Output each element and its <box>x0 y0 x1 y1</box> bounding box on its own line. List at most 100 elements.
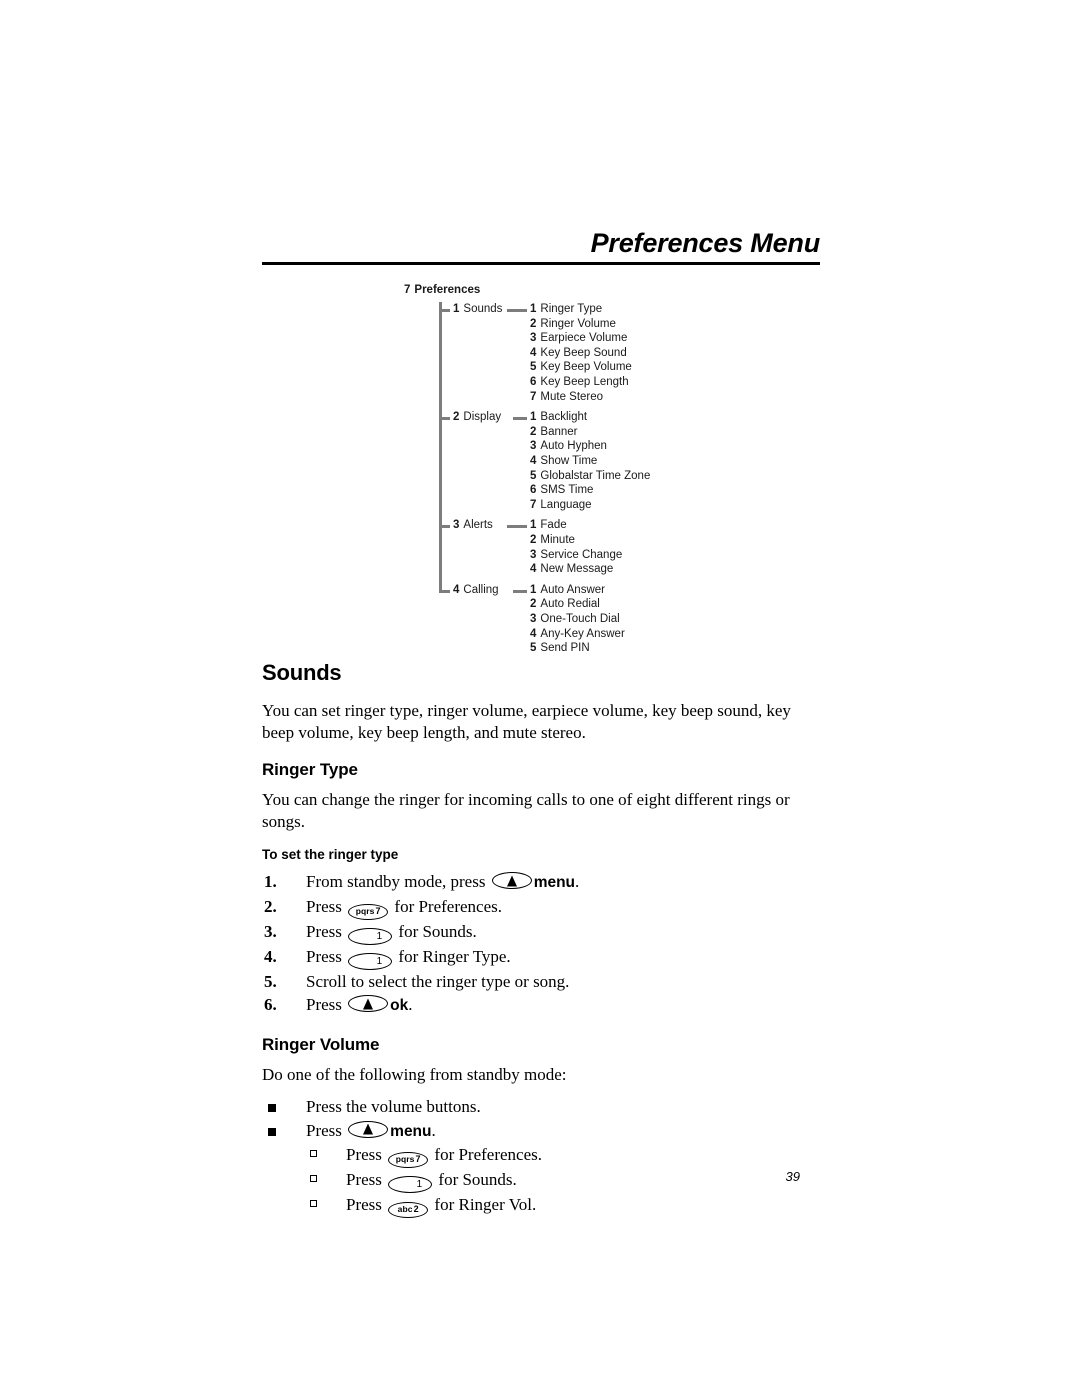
phone-key-number: 7 <box>415 1154 421 1164</box>
phone-key-up-triangle-icon <box>348 995 389 1012</box>
tree-branch-stub <box>439 417 450 421</box>
sub-bullet-item: Press abc2 for Ringer Vol. <box>306 1193 822 1218</box>
tree-child-item: 4 Show Time <box>530 454 650 469</box>
tree-child-label: Earpiece Volume <box>540 332 628 345</box>
procedure-step: 4. Press 1 for Ringer Type. <box>262 945 822 970</box>
tree-child-item: 2 Minute <box>530 533 622 548</box>
procedure-step: 3. Press 1 for Sounds. <box>262 920 822 945</box>
tree-child-item: 7 Mute Stereo <box>530 390 632 405</box>
tree-child-number: 1 <box>530 519 537 532</box>
phone-key-letters: abc <box>397 1204 413 1214</box>
procedure-step: 2. Press pqrs7 for Preferences. <box>262 895 822 920</box>
tree-child-label: Auto Answer <box>540 583 605 596</box>
sounds-intro-paragraph: You can set ringer type, ringer volume, … <box>262 701 791 742</box>
step-text: Press <box>306 995 347 1014</box>
tree-trunk-line <box>439 302 442 592</box>
step-text: Scroll to select the ringer type or song… <box>306 971 570 991</box>
tree-child-item: 3 Service Change <box>530 548 622 563</box>
tree-branch-stub <box>439 525 450 529</box>
phone-key-number: 2 <box>413 1204 419 1214</box>
tree-child-number: 3 <box>530 440 537 453</box>
phone-key-up-triangle-icon <box>491 872 532 889</box>
tree-child-item: 1 Ringer Type <box>530 302 632 317</box>
tree-child-connector <box>513 589 527 593</box>
tree-child-label: Language <box>540 498 592 511</box>
step-number: 3. <box>264 921 277 941</box>
step-number: 1. <box>264 872 277 891</box>
tree-child-number: 1 <box>530 411 537 424</box>
tree-child-number: 1 <box>530 583 537 596</box>
tree-child-item: 2 Ringer Volume <box>530 317 632 332</box>
page-footer: 39 <box>262 1168 820 1186</box>
step-text-trailing: for Ringer Type. <box>394 946 511 966</box>
tree-child-item: 5 Send PIN <box>530 641 625 656</box>
step-text: Press <box>306 921 347 941</box>
tree-child-label: Show Time <box>540 454 598 467</box>
up-triangle-icon <box>363 998 374 1009</box>
tree-child-number: 3 <box>530 612 537 625</box>
tree-branch-stub <box>439 309 450 312</box>
tree-child-label: SMS Time <box>540 484 594 497</box>
step-number: 2. <box>264 896 277 916</box>
phone-key-letters: pqrs <box>355 905 375 916</box>
tree-child-item: 7 Language <box>530 498 650 513</box>
tree-child-number: 4 <box>530 563 537 576</box>
filled-square-bullet-icon <box>268 1127 276 1136</box>
tree-child-item: 1 Auto Answer <box>530 583 625 598</box>
tree-child-number: 7 <box>530 390 537 403</box>
heading-sounds: Sounds <box>262 660 342 685</box>
step-text-trailing: . <box>408 995 413 1014</box>
tree-child-label: Key Beep Length <box>540 375 629 388</box>
ringer-type-intro-paragraph: You can change the ringer for incoming c… <box>262 790 790 831</box>
step-text-trailing: . <box>431 1120 436 1140</box>
step-softkey-label: ok <box>390 997 409 1014</box>
tree-child-list: 1 Backlight 2 Banner 3 Auto Hyphen 4 Show Time 5… <box>530 410 650 512</box>
procedure-step: 6. Press ok. <box>262 993 822 1018</box>
tree-child-list: 1 Ringer Type 2 Ringer Volume 3 Earpiece Volu… <box>530 302 632 404</box>
tree-child-number: 5 <box>530 361 537 374</box>
phone-key-letters: pqrs <box>395 1154 415 1164</box>
page-number: 39 <box>785 1169 800 1184</box>
tree-child-item: 6 Key Beep Length <box>530 375 632 390</box>
tree-child-item: 3 One-Touch Dial <box>530 612 625 627</box>
page-header: Preferences Menu <box>262 228 820 265</box>
step-text: From standby mode, press <box>306 872 490 891</box>
step-text-trailing: . <box>575 872 580 891</box>
tree-child-number: 3 <box>530 332 537 345</box>
step-text-trailing: for Ringer Vol. <box>430 1195 537 1214</box>
tree-child-label: Key Beep Sound <box>540 346 627 359</box>
step-number: 6. <box>264 995 277 1014</box>
tree-child-label: Any-Key Answer <box>540 627 625 640</box>
step-softkey-label: menu <box>390 1122 432 1140</box>
up-triangle-icon <box>363 1123 374 1135</box>
tree-child-number: 4 <box>530 627 537 640</box>
tree-category-label: Alerts <box>463 519 493 532</box>
tree-child-label: Banner <box>540 425 578 438</box>
tree-child-number: 3 <box>530 548 537 561</box>
tree-branch-stub <box>439 589 450 593</box>
tree-child-number: 1 <box>530 303 537 315</box>
hollow-square-bullet-icon <box>310 1150 317 1157</box>
phone-key-abc-2-icon: abc2 <box>388 1202 429 1218</box>
step-text-trailing: for Sounds. <box>394 921 477 941</box>
tree-child-label: Backlight <box>540 411 588 424</box>
tree-category-label: Display <box>463 411 502 424</box>
tree-child-label: Auto Redial <box>540 598 600 611</box>
tree-child-number: 2 <box>530 598 537 611</box>
phone-key-1-icon: 1 <box>348 927 393 945</box>
heading-ringer-volume: Ringer Volume <box>262 1034 380 1054</box>
bullet-item: Press menu. <box>262 1119 822 1144</box>
tree-child-item: 3 Auto Hyphen <box>530 439 650 454</box>
ringer-volume-intro-paragraph: Do one of the following from standby mod… <box>262 1064 567 1084</box>
step-text: Press <box>306 946 347 966</box>
page-title: Preferences Menu <box>590 228 821 258</box>
tree-child-label: Auto Hyphen <box>540 440 607 453</box>
sub-bullet-item: Press pqrs7 for Preferences. <box>306 1143 822 1168</box>
phone-key-pqrs-7-icon: pqrs7 <box>348 903 389 920</box>
tree-child-label: New Message <box>540 563 614 576</box>
tree-child-item: 2 Banner <box>530 425 650 440</box>
step-text: Press the volume buttons. <box>306 1097 481 1116</box>
tree-child-item: 2 Auto Redial <box>530 597 625 612</box>
step-softkey-label: menu <box>533 874 576 891</box>
tree-child-label: Ringer Type <box>540 303 603 315</box>
